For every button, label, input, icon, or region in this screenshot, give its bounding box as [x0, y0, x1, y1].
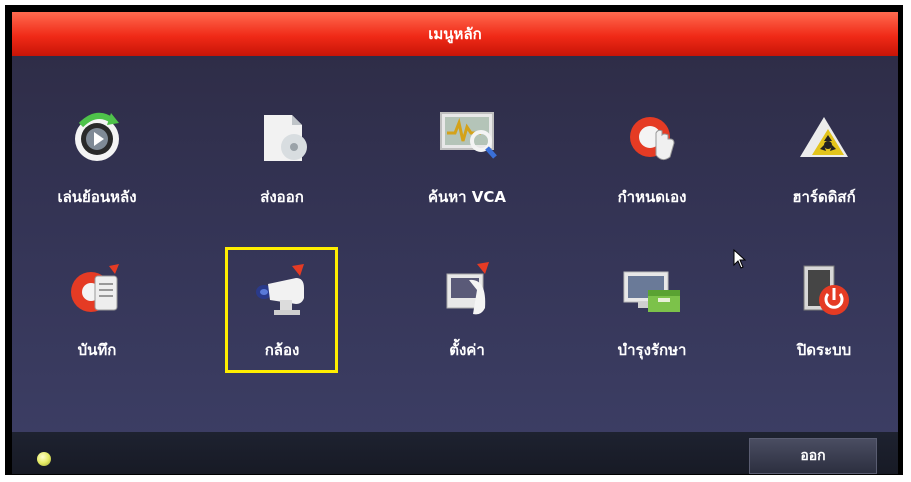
exit-button[interactable]: ออก	[749, 438, 877, 474]
shutdown-icon	[794, 260, 854, 320]
selection-highlight	[225, 247, 338, 373]
menu-item-playback[interactable]: เล่นย้อนหลัง	[27, 107, 167, 237]
custom-icon	[622, 107, 682, 167]
menu-item-hdd[interactable]: ฮาร์ดดิสก์	[754, 107, 894, 237]
playback-label: เล่นย้อนหลัง	[57, 188, 137, 206]
vca-search-label: ค้นหา VCA	[427, 188, 507, 206]
export-label: ส่งออก	[260, 188, 304, 206]
mouse-cursor-icon	[733, 249, 747, 269]
shutdown-label: ปิดระบบ	[796, 341, 852, 359]
settings-icon	[437, 260, 497, 320]
hdd-icon	[794, 107, 854, 167]
settings-label: ตั้งค่า	[449, 341, 485, 359]
record-label: บันทึก	[77, 341, 117, 359]
menu-item-maintenance[interactable]: บำรุงรักษา	[582, 260, 722, 390]
title-bar: เมนูหลัก	[12, 12, 898, 56]
menu-item-shutdown[interactable]: ปิดระบบ	[754, 260, 894, 390]
menu-item-vca-search[interactable]: ค้นหา VCA	[397, 107, 537, 237]
custom-label: กำหนดเอง	[617, 188, 687, 206]
menu-item-settings[interactable]: ตั้งค่า	[397, 260, 537, 390]
main-menu-screen: เมนูหลัก เล่นย้อนหลัง ส่งออก ค้นหา VCA ก…	[12, 12, 898, 474]
status-indicator-icon	[37, 452, 51, 466]
menu-item-export[interactable]: ส่งออก	[212, 107, 352, 237]
menu-item-custom[interactable]: กำหนดเอง	[582, 107, 722, 237]
maintenance-label: บำรุงรักษา	[617, 341, 687, 359]
menu-item-record[interactable]: บันทึก	[27, 260, 167, 390]
maintenance-icon	[622, 260, 682, 320]
record-icon	[67, 260, 127, 320]
vca-search-icon	[437, 107, 497, 167]
export-icon	[252, 107, 312, 167]
hdd-label: ฮาร์ดดิสก์	[792, 188, 856, 206]
playback-icon	[67, 107, 127, 167]
